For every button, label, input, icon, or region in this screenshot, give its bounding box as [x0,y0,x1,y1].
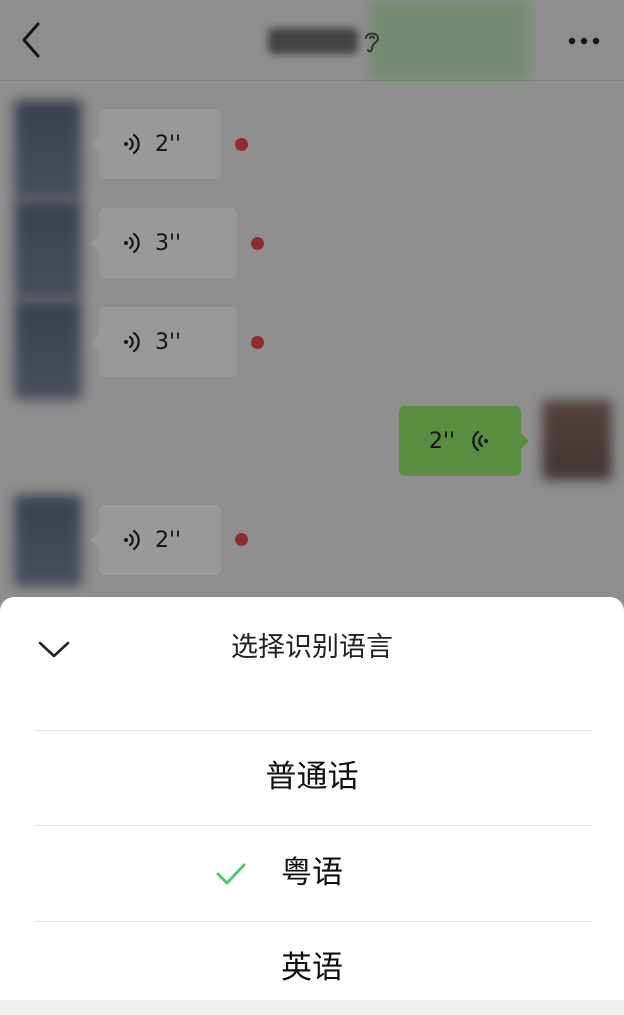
option-label: 粤语 [281,855,343,891]
language-option-cantonese[interactable]: 粤语 [0,826,624,920]
check-icon [216,863,246,885]
language-picker-sheet: 选择识别语言 普通话 粤语 英语 [0,597,624,1000]
language-option-english[interactable]: 英语 [0,921,624,1015]
language-option-mandarin[interactable]: 普通话 [0,730,624,824]
option-label: 普通话 [265,759,359,795]
sheet-title: 选择识别语言 [231,632,393,663]
option-label: 英语 [281,950,343,986]
